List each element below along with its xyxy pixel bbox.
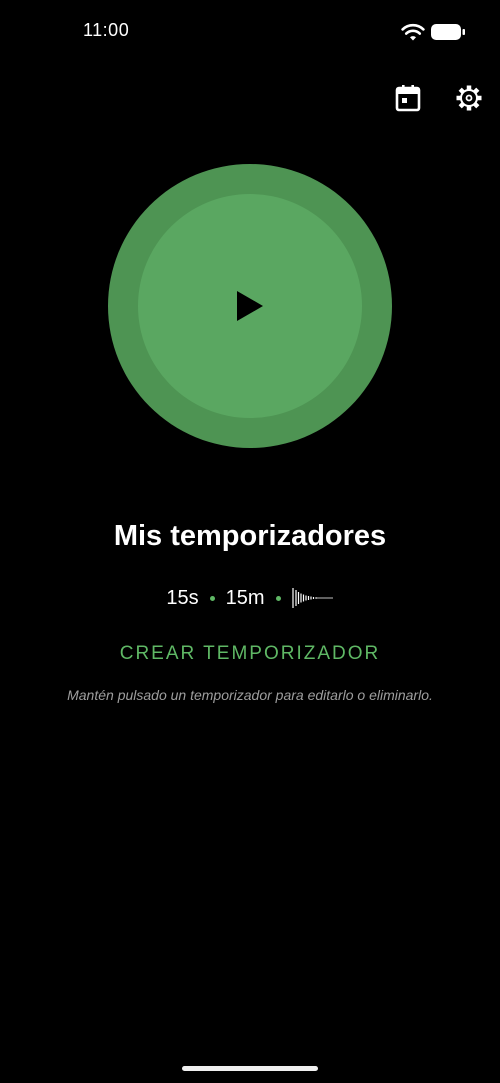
waveform-icon[interactable] — [291, 587, 334, 609]
wifi-icon — [401, 23, 425, 41]
status-time: 11:00 — [83, 20, 130, 40]
settings-button[interactable] — [453, 82, 485, 114]
separator-dot — [209, 595, 215, 601]
create-timer-button[interactable]: CREAR TEMPORIZADOR — [0, 643, 500, 665]
timer-chip-15s[interactable]: 15s — [166, 587, 198, 610]
status-bar: 11:00 — [0, 0, 500, 64]
battery-icon — [431, 24, 465, 40]
calendar-icon — [395, 85, 421, 112]
gear-icon — [456, 85, 482, 111]
timer-list: 15s 15m — [0, 584, 500, 612]
timer-chip-15m[interactable]: 15m — [226, 587, 265, 610]
play-icon — [237, 291, 263, 321]
calendar-button[interactable] — [392, 82, 424, 114]
page-title: Mis temporizadores — [113, 520, 387, 552]
hint-text: Mantén pulsado un temporizador para edit… — [67, 687, 433, 703]
home-indicator[interactable] — [182, 1066, 318, 1071]
separator-dot — [275, 595, 281, 601]
